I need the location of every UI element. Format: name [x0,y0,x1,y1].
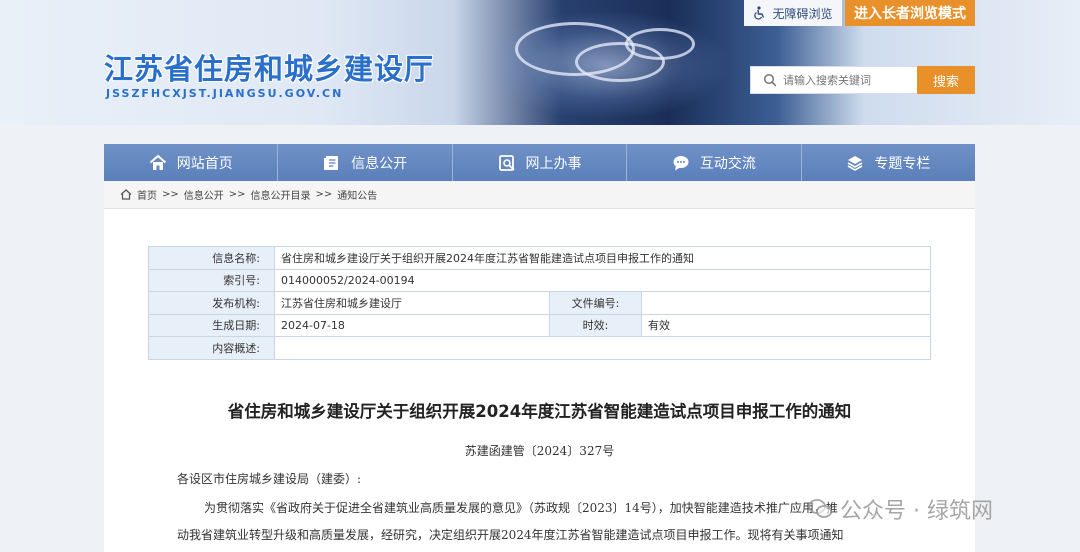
accessibility-label: 无障碍浏览 [772,6,833,21]
banner-stadium-ring [625,28,695,60]
wheelchair-icon [754,6,765,20]
layers-icon [847,155,863,171]
site-domain: JSSZFHCXJST.JIANGSU.GOV.CN [106,87,344,100]
summary-label: 内容概述: [148,336,275,360]
nav-item-special-topics[interactable]: 专题专栏 [802,144,975,181]
chat-icon [673,155,689,170]
info-name-value: 省住房和城乡建设厅关于组织开展2024年度江苏省智能建造试点项目申报工作的通知 [274,246,931,270]
breadcrumb-info[interactable]: 信息公开 [184,187,224,202]
breadcrumb-catalog[interactable]: 信息公开目录 [251,187,311,202]
search-icon [763,73,777,87]
breadcrumb-separator: >> [162,189,179,200]
site-title[interactable]: 江苏省住房和城乡建设厅 [104,46,434,88]
nav-item-label: 互动交流 [699,155,756,172]
search-input[interactable] [783,73,913,87]
org-label: 发布机构: [148,291,275,315]
table-row: 索引号: 014000052/2024-00194 [148,268,931,292]
nav-item-home[interactable]: 网站首页 [104,144,279,181]
table-row: 发布机构: 江苏省住房和城乡建设厅 文件编号: [148,291,931,315]
summary-value [274,336,931,360]
info-name-label: 信息名称: [148,246,275,270]
docno-label: 文件编号: [549,291,642,315]
nav-item-label: 信息公开 [351,155,408,172]
home-icon [149,154,166,170]
docno-value [641,291,931,315]
breadcrumb: 首页 >> 信息公开 >> 信息公开目录 >> 通知公告 [104,181,975,209]
main-nav: 网站首页 信息公开 网上办事 互动交流 专题专栏 [104,144,975,181]
nav-item-label: 网上办事 [525,155,582,172]
accessibility-button[interactable]: 无障碍浏览 [744,0,842,26]
breadcrumb-separator: >> [228,189,246,200]
breadcrumb-home[interactable]: 首页 [137,187,157,202]
nav-item-online-service[interactable]: 网上办事 [453,144,628,181]
header-banner: 江苏省住房和城乡建设厅 JSSZFHCXJST.JIANGSU.GOV.CN 无… [0,0,1080,125]
table-row: 信息名称: 省住房和城乡建设厅关于组织开展2024年度江苏省智能建造试点项目申报… [148,246,931,270]
index-label: 索引号: [148,268,275,292]
table-row: 内容概述: [148,336,931,360]
elder-mode-button[interactable]: 进入长者浏览模式 [845,0,975,26]
nav-item-info[interactable]: 信息公开 [278,144,453,181]
validity-value: 有效 [641,313,931,337]
document-icon [324,155,339,170]
nav-item-label: 专题专栏 [874,155,931,172]
nav-item-interaction[interactable]: 互动交流 [627,144,802,181]
article-salutation: 各设区市住房城乡建设局（建委）: [177,472,362,486]
service-icon [498,154,515,171]
date-value: 2024-07-18 [274,313,550,337]
watermark-text: 公众号 · 绿筑网 [840,499,993,524]
wechat-icon [808,499,832,518]
search-button[interactable]: 搜索 [917,66,975,94]
watermark: 公众号 · 绿筑网 [808,493,993,525]
table-row: 生成日期: 2024-07-18 时效: 有效 [148,313,931,337]
breadcrumb-separator: >> [315,189,333,200]
home-icon [120,189,132,200]
breadcrumb-notices[interactable]: 通知公告 [337,187,377,202]
org-value: 江苏省住房和城乡建设厅 [274,291,550,315]
date-label: 生成日期: [148,313,275,337]
article-doc-number: 苏建函建管〔2024〕327号 [464,444,615,458]
article-title: 省住房和城乡建设厅关于组织开展2024年度江苏省智能建造试点项目申报工作的通知 [227,402,852,421]
article-paragraph-line: 为贯彻落实《省政府关于促进全省建筑业高质量发展的意见》（苏政规〔2023〕14号… [204,501,838,515]
page: 江苏省住房和城乡建设厅 JSSZFHCXJST.JIANGSU.GOV.CN 无… [0,0,1080,552]
nav-item-label: 网站首页 [176,155,233,172]
validity-label: 时效: [549,313,642,337]
index-value: 014000052/2024-00194 [274,268,931,292]
search-box[interactable] [750,66,918,94]
article-paragraph-line: 动我省建筑业转型升级和高质量发展，经研究，决定组织开展2024年度江苏省智能建造… [177,528,844,542]
info-table: 信息名称: 省住房和城乡建设厅关于组织开展2024年度江苏省智能建造试点项目申报… [148,246,931,360]
